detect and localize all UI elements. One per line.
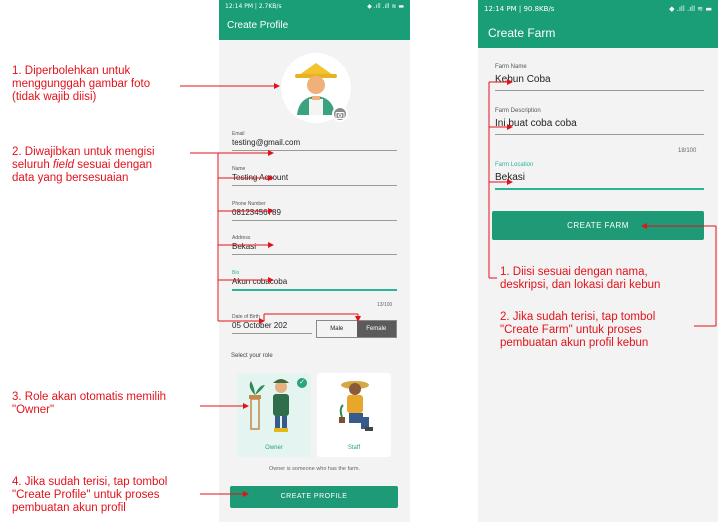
farm-arrows	[488, 79, 717, 327]
profile-arrows	[180, 83, 361, 497]
annotation-arrows	[180, 79, 717, 497]
